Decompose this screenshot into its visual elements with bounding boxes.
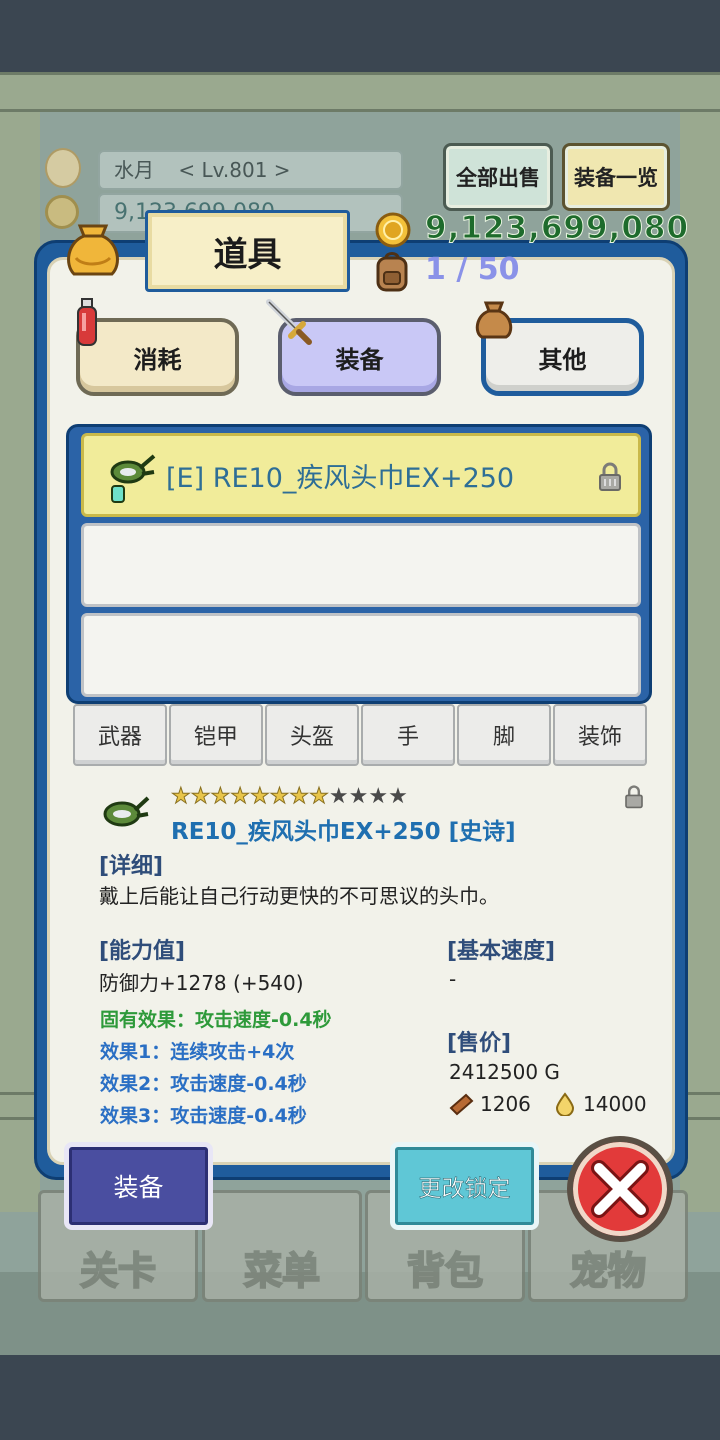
close-button[interactable]: [567, 1136, 673, 1242]
inherent-effect: 固有效果：攻击速度-0.4秒: [100, 1009, 332, 1031]
tab-equip-label: 装备: [335, 345, 384, 374]
star-filled-icon: ★: [210, 784, 231, 810]
screen: 关卡 菜单 背包 宠物 水月 < Lv.801 > 9,123,699,080 …: [0, 0, 720, 1440]
tab-consume[interactable]: 消耗: [76, 318, 239, 396]
lock-icon: [599, 462, 621, 491]
filter-armor[interactable]: 铠甲: [169, 704, 263, 766]
inventory-capacity: 1 / 50: [425, 252, 520, 287]
base-speed-label: [基本速度]: [447, 939, 556, 964]
filter-weapon[interactable]: 武器: [73, 704, 167, 766]
material-2-amount: 14000: [583, 1092, 647, 1116]
list-item[interactable]: [E] RE10_疾风头巾EX+250: [81, 433, 641, 517]
nav-stage-label: 关卡: [79, 1248, 157, 1294]
stat-defense: 防御力+1278 (+540): [99, 971, 304, 995]
star-filled-icon: ★: [190, 784, 211, 810]
backpack-icon: [376, 252, 408, 292]
nav-bag-label: 背包: [406, 1248, 484, 1294]
star-empty-icon: ★: [388, 784, 408, 809]
base-speed-value: -: [449, 967, 457, 991]
wood-material-icon: [449, 1093, 474, 1116]
filter-hand[interactable]: 手: [361, 704, 455, 766]
empty-slot[interactable]: [81, 613, 641, 697]
star-empty-icon: ★: [348, 784, 369, 809]
player-name: 水月: [114, 158, 154, 182]
star-filled-icon: ★: [171, 784, 192, 810]
item-detail-name: RE10_疾风头巾EX+250 [史诗]: [171, 819, 516, 845]
filter-helmet[interactable]: 头盔: [265, 704, 359, 766]
effect-1: 效果1：连续攻击+4次: [100, 1041, 295, 1063]
star-filled-icon: ★: [289, 784, 310, 810]
player-avatar: [45, 148, 81, 188]
nav-menu[interactable]: 菜单: [202, 1190, 362, 1302]
gold-coin-icon: [375, 212, 411, 248]
player-level: < Lv.801 >: [178, 158, 291, 182]
effect-2: 效果2：攻击速度-0.4秒: [100, 1073, 307, 1095]
empty-slot[interactable]: [81, 523, 641, 607]
filter-foot[interactable]: 脚: [457, 704, 551, 766]
price-label: [售价]: [447, 1031, 512, 1056]
equip-button[interactable]: 装备: [64, 1142, 213, 1230]
sword-icon: [266, 299, 312, 345]
detail-label: [详细]: [99, 854, 164, 879]
drop-material-icon: [555, 1092, 575, 1116]
player-name-bar: 水月 < Lv.801 >: [98, 150, 403, 190]
change-lock-button[interactable]: 更改锁定: [390, 1142, 539, 1230]
equip-list-button[interactable]: 装备一览: [562, 143, 670, 211]
star-filled-icon: ★: [269, 784, 290, 810]
stats-label: [能力值]: [99, 939, 186, 964]
type-filter-bar: 武器 铠甲 头盔 手 脚 装饰: [73, 704, 647, 766]
nav-pet-label: 宠物: [569, 1248, 647, 1294]
star-filled-icon: ★: [309, 784, 330, 810]
star-empty-icon: ★: [328, 784, 349, 809]
pouch-icon: [67, 224, 119, 276]
gold-amount: 9,123,699,080: [424, 210, 690, 247]
star-empty-icon: ★: [368, 784, 389, 809]
item-description: 戴上后能让自己行动更快的不可思议的头巾。: [99, 884, 499, 908]
sell-all-button[interactable]: 全部出售: [443, 143, 553, 211]
item-name: [E] RE10_疾风头巾EX+250: [166, 463, 515, 494]
filter-accessory[interactable]: 装饰: [553, 704, 647, 766]
potion-icon: [77, 298, 97, 346]
nav-menu-label: 菜单: [243, 1248, 321, 1294]
close-icon: [591, 1160, 649, 1218]
material-1-amount: 1206: [480, 1092, 531, 1116]
tab-consume-label: 消耗: [133, 345, 182, 374]
tab-other-label: 其他: [538, 345, 587, 374]
item-list: [E] RE10_疾风头巾EX+250: [66, 424, 652, 704]
equip-button-label: 装备: [113, 1173, 164, 1202]
bandana-icon: [103, 796, 150, 827]
star-filled-icon: ★: [249, 784, 270, 810]
rarity-stars: ★★★★★★★★★★★★: [171, 784, 408, 810]
lock-icon[interactable]: [624, 785, 644, 809]
bandana-icon: [110, 454, 156, 503]
effect-3: 效果3：攻击速度-0.4秒: [100, 1105, 307, 1127]
change-lock-label: 更改锁定: [418, 1176, 511, 1203]
sell-price: 2412500 G: [449, 1060, 560, 1084]
dialog-title: 道具: [145, 210, 350, 292]
star-filled-icon: ★: [230, 784, 251, 810]
sack-icon: [475, 301, 513, 339]
